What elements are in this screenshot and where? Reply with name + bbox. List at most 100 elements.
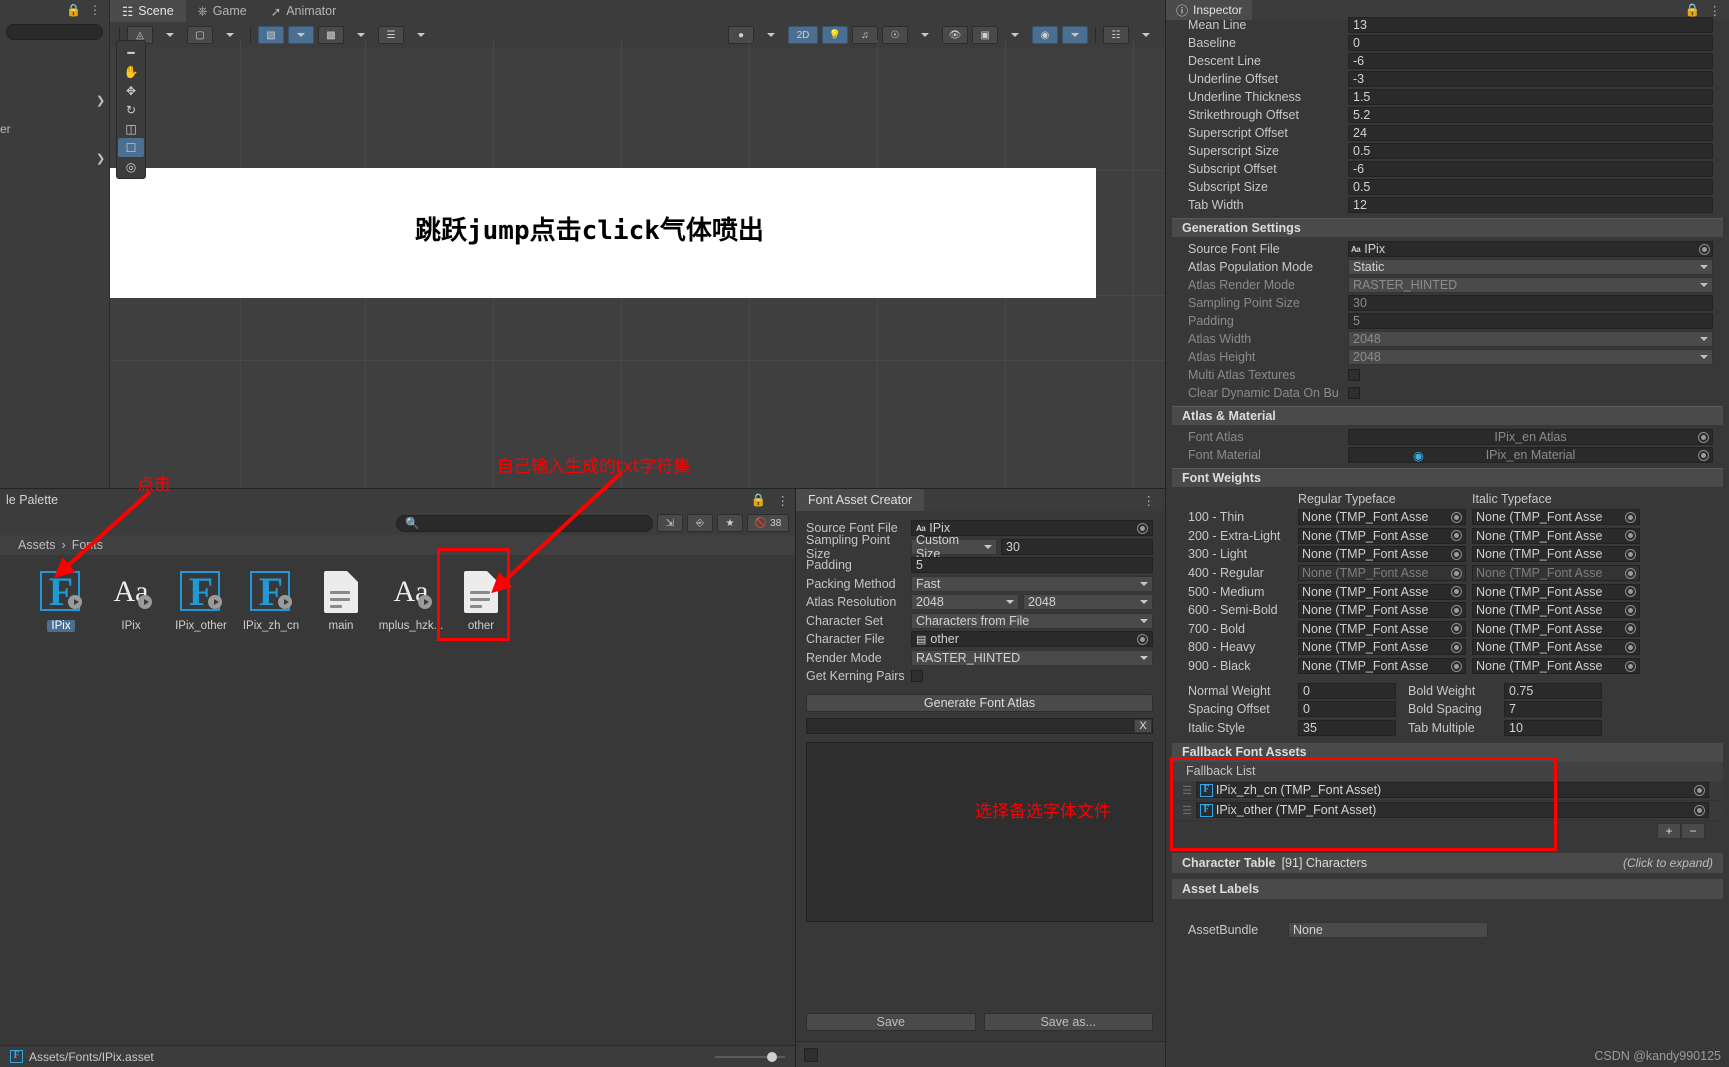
object-picker-icon[interactable] bbox=[1451, 511, 1462, 523]
asset-item-ipix-font[interactable]: Aa IPix bbox=[96, 569, 166, 632]
lock-icon[interactable]: 🔒 bbox=[751, 493, 767, 508]
sampling-point-size-dropdown[interactable]: Custom Size bbox=[911, 533, 997, 561]
atlas-population-mode-dropdown[interactable]: Static bbox=[1348, 259, 1713, 275]
fallback-font-field[interactable]: F IPix_zh_cn (TMP_Font Asset) bbox=[1195, 782, 1709, 799]
asset-item-mplus[interactable]: Aa mplus_hzk... bbox=[376, 569, 446, 633]
chevron-right-icon[interactable]: ❯ bbox=[96, 94, 105, 107]
superscript-size-input[interactable]: 0.5 bbox=[1348, 143, 1713, 159]
object-picker-icon[interactable] bbox=[1451, 623, 1462, 635]
drag-handle-icon[interactable]: ☰ bbox=[1182, 804, 1192, 817]
object-picker-icon[interactable] bbox=[1625, 641, 1636, 653]
drag-handle-icon[interactable]: ☰ bbox=[1182, 784, 1192, 797]
source-font-file-field[interactable]: Aa IPix bbox=[1348, 241, 1713, 257]
asset-item-main[interactable]: main bbox=[306, 569, 376, 632]
fallback-font-field[interactable]: F IPix_other (TMP_Font Asset) bbox=[1195, 802, 1709, 819]
object-picker-icon[interactable] bbox=[1699, 243, 1710, 255]
fallback-list-item[interactable]: ☰ F IPix_other (TMP_Font Asset) bbox=[1172, 800, 1723, 821]
object-picker-icon[interactable] bbox=[1137, 633, 1148, 645]
regular-typeface-field[interactable]: None (TMP_Font Asse bbox=[1298, 527, 1466, 544]
tab-width-input[interactable]: 12 bbox=[1348, 197, 1713, 213]
regular-typeface-field[interactable]: None (TMP_Font Asse bbox=[1298, 639, 1466, 656]
section-font-weights[interactable]: Font Weights bbox=[1172, 468, 1723, 487]
hand-tool[interactable]: ✋ bbox=[118, 62, 144, 81]
tab-inspector[interactable]: ⓘ Inspector bbox=[1166, 0, 1253, 20]
search-input[interactable]: 🔍 bbox=[396, 514, 653, 532]
add-fallback-button[interactable]: + bbox=[1657, 822, 1681, 839]
section-asset-labels[interactable]: Asset Labels bbox=[1172, 878, 1723, 899]
italic-typeface-field[interactable]: None (TMP_Font Asse bbox=[1472, 509, 1640, 526]
expand-badge-icon[interactable] bbox=[138, 595, 152, 609]
favorite-icon[interactable]: ★ bbox=[717, 514, 743, 532]
fallback-list-item[interactable]: ☰ F IPix_zh_cn (TMP_Font Asset) bbox=[1172, 780, 1723, 801]
asset-item-ipix-zh-cn[interactable]: F IPix_zh_cn bbox=[236, 569, 306, 632]
normal-weight-input[interactable]: 0 bbox=[1298, 682, 1396, 699]
asset-item-ipix[interactable]: F IPix bbox=[26, 569, 96, 632]
search-type-icon[interactable]: ⎆ bbox=[687, 514, 713, 532]
expand-badge-icon[interactable] bbox=[68, 595, 82, 609]
save-as-button[interactable]: Save as... bbox=[983, 1013, 1153, 1031]
tool-grip[interactable]: ━ bbox=[118, 43, 144, 62]
section-atlas-material[interactable]: Atlas & Material bbox=[1172, 406, 1723, 425]
object-picker-icon[interactable] bbox=[1137, 522, 1148, 534]
section-fallback-font-assets[interactable]: Fallback Font Assets bbox=[1172, 742, 1723, 762]
section-generation-settings[interactable]: Generation Settings bbox=[1172, 218, 1723, 237]
tab-animator[interactable]: ➚ Animator bbox=[259, 0, 349, 22]
asset-item-ipix-other[interactable]: F IPix_other bbox=[166, 569, 236, 632]
transform-tool[interactable]: ◎ bbox=[118, 157, 144, 176]
object-picker-icon[interactable] bbox=[1451, 604, 1462, 616]
object-picker-icon[interactable] bbox=[1451, 641, 1462, 653]
expand-badge-icon[interactable] bbox=[418, 595, 432, 609]
move-tool[interactable]: ✥ bbox=[118, 81, 144, 100]
save-search-icon[interactable]: ⇲ bbox=[657, 514, 683, 532]
object-picker-icon[interactable] bbox=[1451, 548, 1462, 560]
hierarchy-search-input[interactable] bbox=[6, 24, 103, 40]
breadcrumb-fonts[interactable]: Fonts bbox=[72, 538, 103, 552]
remove-fallback-button[interactable]: − bbox=[1681, 822, 1705, 839]
padding-input[interactable]: 5 bbox=[911, 557, 1153, 574]
packing-method-dropdown[interactable]: Fast bbox=[911, 575, 1153, 592]
italic-typeface-field[interactable]: None (TMP_Font Asse bbox=[1472, 639, 1640, 656]
regular-typeface-field[interactable]: None (TMP_Font Asse bbox=[1298, 602, 1466, 619]
atlas-height-dropdown[interactable]: 2048 bbox=[1023, 594, 1153, 611]
tab-multiple-input[interactable]: 10 bbox=[1504, 719, 1602, 736]
object-picker-icon[interactable] bbox=[1694, 784, 1705, 796]
render-mode-dropdown[interactable]: RASTER_HINTED bbox=[911, 649, 1153, 666]
regular-typeface-field[interactable]: None (TMP_Font Asse bbox=[1298, 509, 1466, 526]
chevron-right-icon-2[interactable]: ❯ bbox=[96, 152, 105, 165]
regular-typeface-field[interactable]: None (TMP_Font Asse bbox=[1298, 583, 1466, 600]
spacing-offset-input[interactable]: 0 bbox=[1298, 701, 1396, 718]
section-character-table[interactable]: Character Table [91] Characters (Click t… bbox=[1172, 852, 1723, 873]
clear-button[interactable]: X bbox=[1134, 718, 1152, 733]
kebab-icon[interactable]: ⋮ bbox=[89, 3, 101, 17]
superscript-offset-input[interactable]: 24 bbox=[1348, 125, 1713, 141]
lock-icon[interactable]: 🔒 bbox=[66, 3, 81, 17]
scale-tool[interactable]: ◫ bbox=[118, 119, 144, 138]
kebab-icon[interactable]: ⋮ bbox=[777, 493, 790, 508]
atlas-width-dropdown[interactable]: 2048 bbox=[911, 594, 1019, 611]
hierarchy-item-partial[interactable]: er bbox=[0, 122, 11, 136]
object-picker-icon[interactable] bbox=[1451, 586, 1462, 598]
character-set-dropdown[interactable]: Characters from File bbox=[911, 612, 1153, 629]
rotate-tool[interactable]: ↻ bbox=[118, 100, 144, 119]
italic-typeface-field[interactable]: None (TMP_Font Asse bbox=[1472, 620, 1640, 637]
zoom-slider[interactable] bbox=[715, 1051, 785, 1062]
get-kerning-pairs-checkbox[interactable] bbox=[911, 670, 923, 683]
scene-canvas[interactable]: 跳跃jump点击click气体喷出 bbox=[110, 40, 1165, 488]
italic-typeface-field[interactable]: None (TMP_Font Asse bbox=[1472, 658, 1640, 675]
kebab-icon[interactable]: ⋮ bbox=[1709, 3, 1722, 18]
object-picker-icon[interactable] bbox=[1625, 604, 1636, 616]
subscript-size-input[interactable]: 0.5 bbox=[1348, 179, 1713, 195]
character-file-field[interactable]: ▤ other bbox=[911, 631, 1153, 648]
italic-typeface-field[interactable]: None (TMP_Font Asse bbox=[1472, 583, 1640, 600]
tab-scene[interactable]: ☷ Scene bbox=[110, 0, 186, 22]
subscript-offset-input[interactable]: -6 bbox=[1348, 161, 1713, 177]
strikethrough-offset-input[interactable]: 5.2 bbox=[1348, 107, 1713, 123]
italic-style-input[interactable]: 35 bbox=[1298, 719, 1396, 736]
tab-font-asset-creator[interactable]: Font Asset Creator bbox=[796, 489, 925, 511]
object-picker-icon[interactable] bbox=[1694, 804, 1705, 816]
expand-badge-icon[interactable] bbox=[278, 595, 292, 609]
generate-font-atlas-button[interactable]: Generate Font Atlas bbox=[806, 693, 1153, 712]
object-picker-icon[interactable] bbox=[1451, 660, 1462, 672]
underline-offset-input[interactable]: -3 bbox=[1348, 71, 1713, 87]
object-picker-icon[interactable] bbox=[1625, 660, 1636, 672]
